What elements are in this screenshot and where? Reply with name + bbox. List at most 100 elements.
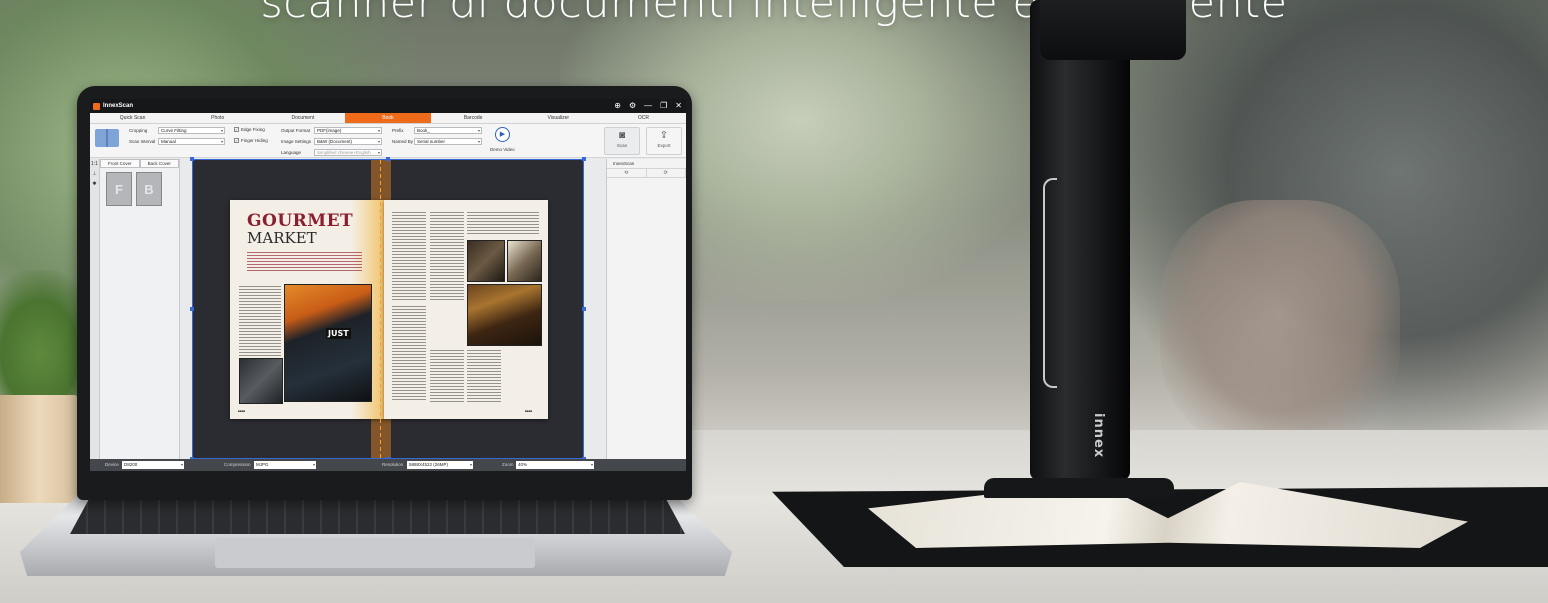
article-photo-top-left <box>467 240 505 282</box>
scan-button[interactable]: ◙ Scan <box>604 127 640 155</box>
tab-visualizer[interactable]: Visualizer <box>516 113 601 123</box>
page-folio-right: ■■■■ <box>525 409 533 413</box>
language-icon[interactable]: ⊕ <box>614 101 621 111</box>
output-format-label: Output Format <box>281 128 311 133</box>
app-title: InnexScan <box>103 103 134 109</box>
image-settings-select[interactable]: B&W (Document) <box>314 138 382 145</box>
app-window: InnexScan ⊕ ⚙ — ❐ ✕ Quick Scan Photo Doc… <box>90 99 686 471</box>
prefix-label: Prefix <box>392 128 404 133</box>
finger-hiding-checkbox[interactable]: ✓ Finger Hiding <box>234 138 268 144</box>
crop-handle-top[interactable] <box>386 157 390 161</box>
article-photo-small <box>239 358 283 404</box>
front-cover-button[interactable]: Front Cover <box>100 159 140 168</box>
laptop-touchpad <box>215 538 535 568</box>
right-panel-title: InnexScan <box>607 159 686 169</box>
tab-barcode[interactable]: Barcode <box>431 113 516 123</box>
crop-handle-left[interactable] <box>190 307 194 311</box>
device-select[interactable]: D8200 <box>122 461 184 469</box>
article-photo-top-right <box>507 240 542 282</box>
export-button[interactable]: ⇪ Export <box>646 127 682 155</box>
book-toolbar: Cropping Curve Fitting Scan Interval Man… <box>90 124 686 158</box>
resolution-select[interactable]: 5888X4522 (26MP) <box>407 461 473 469</box>
hero-title: scanner di documenti intelligente ed eff… <box>260 0 1288 28</box>
cropping-select[interactable]: Curve Fitting <box>158 127 225 134</box>
article-photo-main <box>284 284 372 402</box>
book-spine-line[interactable] <box>380 160 381 458</box>
tab-book[interactable]: Book <box>345 113 431 123</box>
headline-market: MARKET <box>247 229 317 247</box>
document-page-left: GOURMET MARKET JUST ■■■■ <box>230 200 384 419</box>
camera-icon: ◙ <box>618 130 626 141</box>
back-cover-button[interactable]: Back Cover <box>139 159 179 168</box>
crop-handle-top-right[interactable] <box>582 157 586 161</box>
settings-icon[interactable]: ✱ <box>90 181 99 187</box>
output-format-select[interactable]: PDF(image) <box>314 127 382 134</box>
finger-hiding-label: Finger Hiding <box>241 138 268 143</box>
preview-canvas[interactable]: GOURMET MARKET JUST ■■■■ ■■■■ <box>190 157 586 461</box>
column-text-1 <box>392 212 426 302</box>
export-button-label: Export <box>657 143 671 148</box>
ratio-label[interactable]: 1:1 <box>90 161 99 167</box>
play-icon[interactable]: ▶ <box>495 127 510 142</box>
scan-interval-label: Scan Interval <box>129 139 156 144</box>
background-chair <box>1160 200 1400 450</box>
column-text-3 <box>467 212 539 236</box>
mode-tabs: Quick Scan Photo Document Book Barcode V… <box>90 113 686 124</box>
tool-strip: 1:1 ⊥ ✱ <box>90 159 100 459</box>
right-panel-actions: ⟲ ⟳ <box>607 169 686 178</box>
edge-fixing-label: Edge Fixing <box>241 127 265 132</box>
column-text-2 <box>430 212 464 302</box>
scan-interval-select[interactable]: Manual <box>158 138 225 145</box>
zoom-label: Zoom <box>502 462 514 467</box>
column-text-6 <box>467 350 501 402</box>
named-by-label: Named By <box>392 139 414 144</box>
compression-label: Compression <box>224 462 251 467</box>
zoom-select[interactable]: 40% <box>516 461 594 469</box>
tab-quick-scan[interactable]: Quick Scan <box>90 113 175 123</box>
laptop-keyboard <box>70 500 685 534</box>
column-text-5 <box>430 350 464 402</box>
cover-tabs: Front Cover Back Cover <box>100 159 179 168</box>
resolution-label: Resolution <box>382 462 404 467</box>
book-mode-icon <box>95 129 119 147</box>
export-icon: ⇪ <box>659 130 669 141</box>
named-by-select[interactable]: Serial number <box>414 138 482 145</box>
article-photo-shop <box>467 284 542 346</box>
scan-button-label: Scan <box>616 143 628 148</box>
compression-select[interactable]: MJPG <box>254 461 316 469</box>
thumbnail-front[interactable]: F <box>106 172 132 206</box>
finger-hiding-check-icon: ✓ <box>234 138 239 144</box>
cropping-label: Cropping <box>129 128 148 133</box>
demo-video-label: Demo Video <box>490 147 515 152</box>
rotate-left-icon[interactable]: ⟲ <box>607 169 647 177</box>
tab-photo[interactable]: Photo <box>175 113 260 123</box>
app-logo-icon <box>93 102 100 110</box>
column-text <box>239 286 281 356</box>
intro-text <box>247 252 362 272</box>
thumbnail-list: F B <box>100 168 179 210</box>
crop-handle-top-left[interactable] <box>190 157 194 161</box>
thumbnail-back[interactable]: B <box>136 172 162 206</box>
stamp-icon[interactable]: ⊥ <box>90 171 99 177</box>
scanner-light-strip <box>1043 178 1057 388</box>
edge-fixing-checkbox[interactable]: ✓ Edge Fixing <box>234 127 265 133</box>
restore-icon[interactable]: ❐ <box>660 101 667 111</box>
tab-ocr[interactable]: OCR <box>601 113 686 123</box>
close-icon[interactable]: ✕ <box>675 101 682 111</box>
document-page-right: ■■■■ <box>384 200 548 419</box>
rotate-right-icon[interactable]: ⟳ <box>647 169 686 177</box>
language-label: Language <box>281 150 302 155</box>
tab-document[interactable]: Document <box>260 113 345 123</box>
plant-pot <box>0 395 78 503</box>
language-select[interactable]: Simplified chinese+English <box>314 149 382 156</box>
settings-gear-icon[interactable]: ⚙ <box>629 101 636 111</box>
crop-handle-right[interactable] <box>582 307 586 311</box>
status-bar: Device D8200 Compression MJPG Resolution… <box>90 459 686 471</box>
device-brand-logo: innex <box>1091 413 1106 459</box>
minimize-icon[interactable]: — <box>644 101 652 111</box>
app-titlebar: InnexScan ⊕ ⚙ — ❐ ✕ <box>90 99 686 113</box>
headline-gourmet: GOURMET <box>247 211 354 231</box>
right-panel: InnexScan ⟲ ⟳ <box>606 159 686 459</box>
scanner-foot <box>984 478 1174 498</box>
prefix-input[interactable]: Book_ <box>414 127 482 134</box>
